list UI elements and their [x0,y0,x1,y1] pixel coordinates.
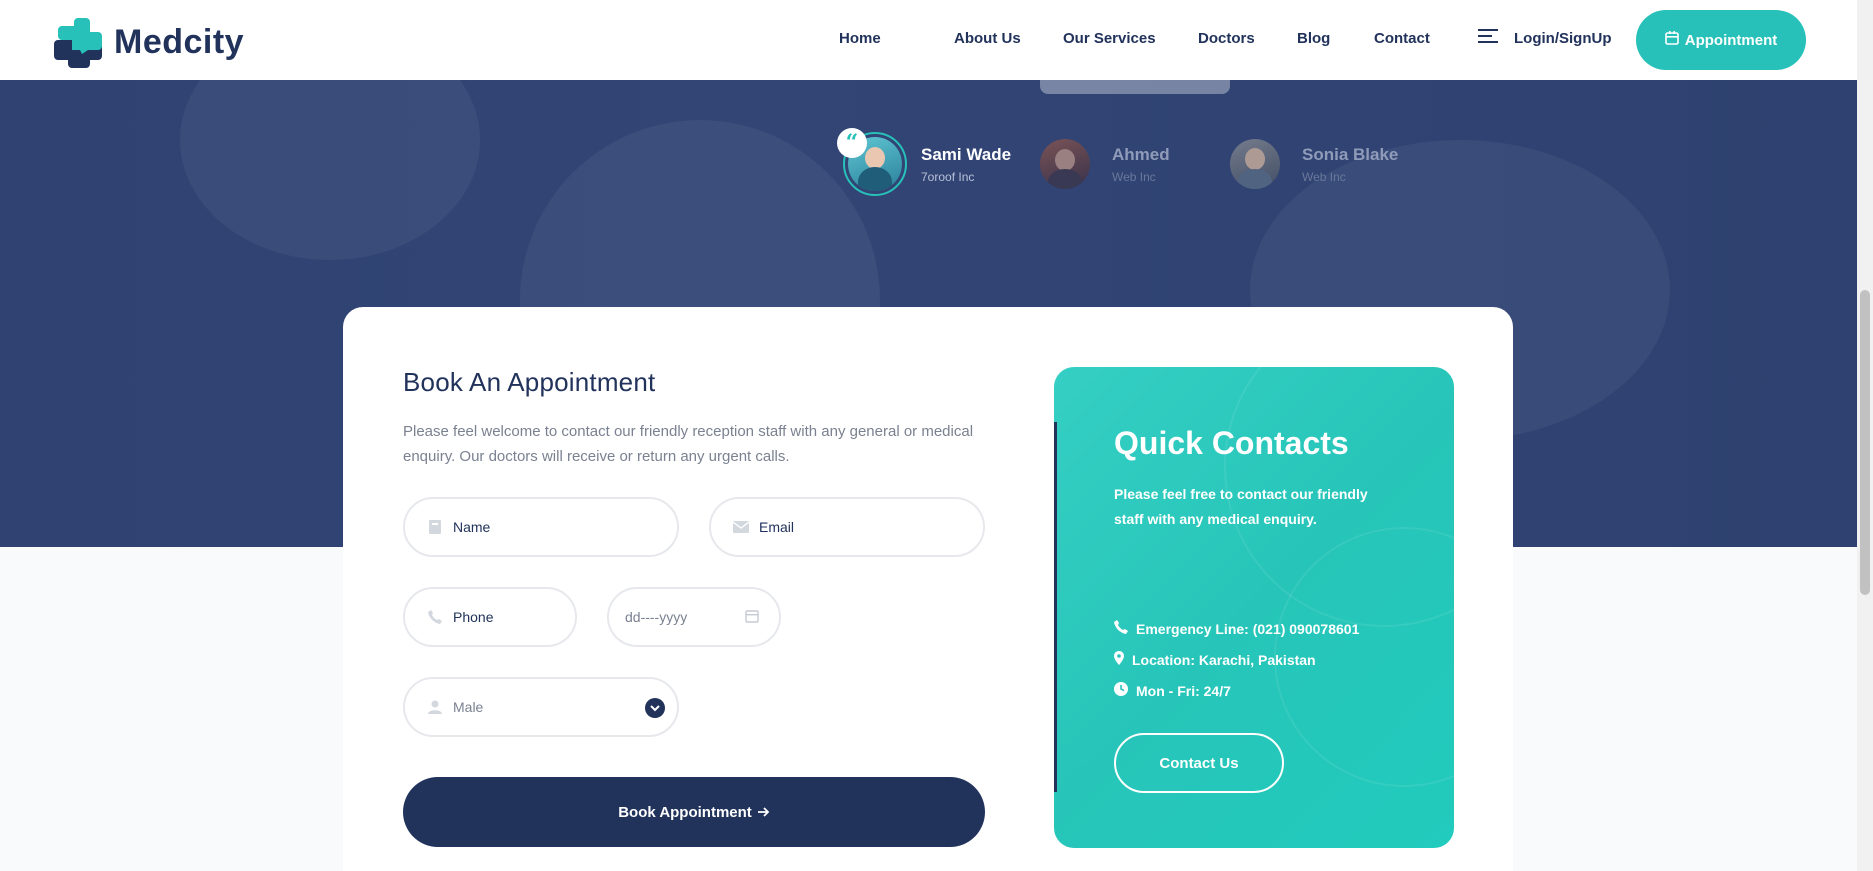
emergency-line: Emergency Line: (021) 090078601 [1114,620,1359,637]
date-field[interactable]: dd----yyyy [607,587,781,647]
hours-line: Mon - Fri: 24/7 [1114,682,1231,699]
calendar-icon [745,609,759,626]
nav-blog[interactable]: Blog [1297,30,1330,47]
testimonial-author-sonia-blake[interactable]: Sonia Blake Web Inc [1230,139,1398,189]
login-signup-label: Login/SignUp [1514,29,1612,47]
phone-icon [427,609,443,625]
phone-placeholder: Phone [453,609,494,625]
nav-doctors[interactable]: Doctors [1198,30,1255,47]
appointment-button[interactable]: Appointment [1636,10,1806,70]
user-card-icon [427,519,443,535]
contact-us-button[interactable]: Contact Us [1114,733,1284,793]
author-name: Ahmed [1112,144,1170,164]
envelope-icon [733,519,749,535]
logo[interactable]: Medcity [50,16,244,68]
quick-contacts-title: Quick Contacts [1114,425,1349,461]
book-appointment-label: Book Appointment [618,803,752,821]
avatar [1230,139,1280,189]
avatar [1040,139,1090,189]
email-placeholder: Email [759,519,795,535]
site-header: Medcity Home About Us Our Services Docto… [0,0,1857,80]
nav-home[interactable]: Home [839,30,881,47]
location-pin-icon [1114,651,1124,668]
menu-lines-icon [1478,28,1498,48]
location-line: Location: Karachi, Pakistan [1114,651,1316,668]
hours-line-text: Mon - Fri: 24/7 [1136,682,1231,699]
page-scrollbar[interactable] [1857,0,1873,871]
calendar-icon [1664,31,1679,49]
quote-icon: “ [837,128,867,158]
appointment-description: Please feel welcome to contact our frien… [403,423,974,465]
date-placeholder: dd----yyyy [625,609,688,625]
avatar-ring: “ [837,128,907,196]
email-field[interactable]: Email [709,497,985,557]
nav-contact[interactable]: Contact [1374,30,1430,47]
testimonial-text-fragment [1040,80,1230,94]
logo-cross-icon [50,16,104,68]
clock-icon [1114,682,1128,699]
nav-about-us[interactable]: About Us [954,30,1021,47]
author-org: 7oroof Inc [921,169,975,184]
chevron-down-icon [645,698,665,718]
quick-contacts-panel: Quick Contacts Please feel free to conta… [1054,367,1454,848]
appointment-title: Book An Appointment [403,367,656,397]
logo-text: Medcity [114,22,245,61]
location-line-text: Location: Karachi, Pakistan [1132,651,1316,668]
nav-our-services[interactable]: Our Services [1063,30,1156,47]
gender-value: Male [453,699,484,715]
scrollbar-thumb[interactable] [1860,290,1870,595]
author-name: Sonia Blake [1302,144,1399,164]
appointment-button-label: Appointment [1684,31,1778,49]
person-icon [427,699,443,715]
phone-icon [1114,620,1128,637]
author-org: Web Inc [1112,169,1156,184]
accent-stripe [1054,422,1057,792]
quick-contacts-description: Please feel free to contact our friendly… [1114,486,1368,527]
arrow-right-icon [757,804,770,821]
name-placeholder: Name [453,519,491,535]
testimonial-author-sami-wade[interactable]: “ Sami Wade 7oroof Inc [837,128,1012,196]
gender-select[interactable]: Male [403,677,679,737]
name-field[interactable]: Name [403,497,679,557]
appointment-card: Book An Appointment Please feel welcome … [343,307,1513,871]
book-appointment-button[interactable]: Book Appointment [403,777,985,847]
phone-field[interactable]: Phone [403,587,577,647]
login-signup-link[interactable]: Login/SignUp [1478,28,1611,48]
author-org: Web Inc [1302,169,1346,184]
author-name: Sami Wade [921,144,1012,164]
testimonial-author-ahmed[interactable]: Ahmed Web Inc [1040,139,1170,189]
emergency-line-text: Emergency Line: (021) 090078601 [1136,620,1360,637]
